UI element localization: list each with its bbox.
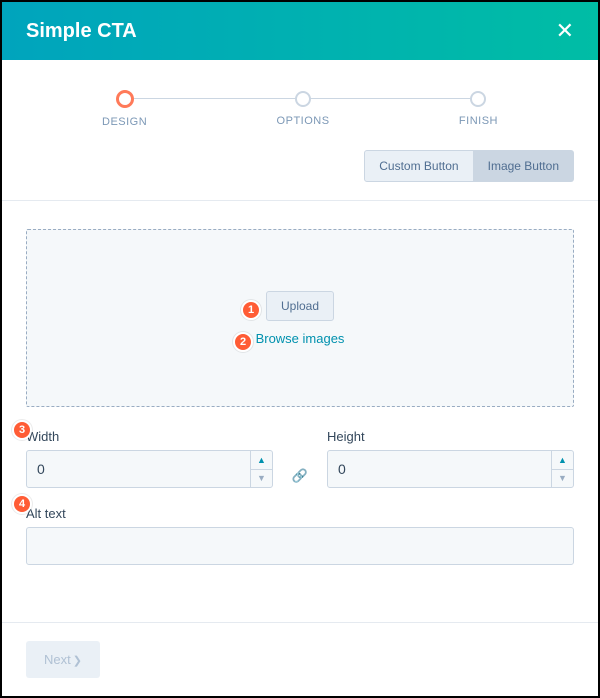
modal-footer: Next❯ bbox=[2, 622, 598, 696]
height-decrement[interactable]: ▼ bbox=[552, 469, 573, 488]
height-field: Height ▲ ▼ bbox=[327, 429, 574, 488]
toggle-image-button[interactable]: Image Button bbox=[474, 150, 574, 182]
step-label: DESIGN bbox=[102, 116, 147, 128]
dimensions-row: Width ▲ ▼ 🔗 Height ▲ ▼ bbox=[26, 429, 574, 488]
width-spinners: ▲ ▼ bbox=[250, 451, 272, 487]
step-dot-icon bbox=[470, 91, 486, 107]
annotation-badge-3: 3 bbox=[12, 420, 32, 440]
annotation-badge-1: 1 bbox=[241, 300, 261, 320]
step-finish[interactable]: FINISH bbox=[459, 91, 498, 127]
toggle-custom-button[interactable]: Custom Button bbox=[364, 150, 473, 182]
height-increment[interactable]: ▲ bbox=[552, 451, 573, 469]
link-dimensions-icon[interactable]: 🔗 bbox=[291, 468, 309, 488]
alt-text-label: Alt text bbox=[26, 506, 574, 521]
design-panel: Upload Browse images Width ▲ ▼ 🔗 Height … bbox=[2, 201, 598, 565]
annotation-badge-2: 2 bbox=[233, 332, 253, 352]
height-input-wrap: ▲ ▼ bbox=[327, 450, 574, 488]
width-decrement[interactable]: ▼ bbox=[251, 469, 272, 488]
image-dropzone[interactable]: Upload Browse images bbox=[26, 229, 574, 407]
alt-text-field: Alt text bbox=[26, 506, 574, 565]
width-input-wrap: ▲ ▼ bbox=[26, 450, 273, 488]
width-field: Width ▲ ▼ bbox=[26, 429, 273, 488]
wizard-stepper: DESIGN OPTIONS FINISH bbox=[2, 60, 598, 138]
width-input[interactable] bbox=[27, 451, 250, 487]
height-input[interactable] bbox=[328, 451, 551, 487]
next-button[interactable]: Next❯ bbox=[26, 641, 100, 678]
step-dot-icon bbox=[295, 91, 311, 107]
next-label: Next bbox=[44, 652, 71, 667]
step-label: OPTIONS bbox=[277, 115, 330, 127]
alt-text-input[interactable] bbox=[26, 527, 574, 565]
step-dot-icon bbox=[116, 90, 134, 108]
width-increment[interactable]: ▲ bbox=[251, 451, 272, 469]
annotation-badge-4: 4 bbox=[12, 494, 32, 514]
step-design[interactable]: DESIGN bbox=[102, 90, 147, 128]
height-label: Height bbox=[327, 429, 574, 444]
browse-images-link[interactable]: Browse images bbox=[256, 331, 345, 346]
modal-header: Simple CTA ✕ bbox=[2, 2, 598, 60]
step-label: FINISH bbox=[459, 115, 498, 127]
button-type-toggle: Custom Button Image Button bbox=[2, 138, 598, 200]
width-label: Width bbox=[26, 429, 273, 444]
height-spinners: ▲ ▼ bbox=[551, 451, 573, 487]
modal-title: Simple CTA bbox=[26, 20, 137, 43]
close-icon[interactable]: ✕ bbox=[556, 18, 574, 44]
step-options[interactable]: OPTIONS bbox=[277, 91, 330, 127]
upload-button[interactable]: Upload bbox=[266, 291, 334, 321]
chevron-right-icon: ❯ bbox=[73, 655, 82, 667]
